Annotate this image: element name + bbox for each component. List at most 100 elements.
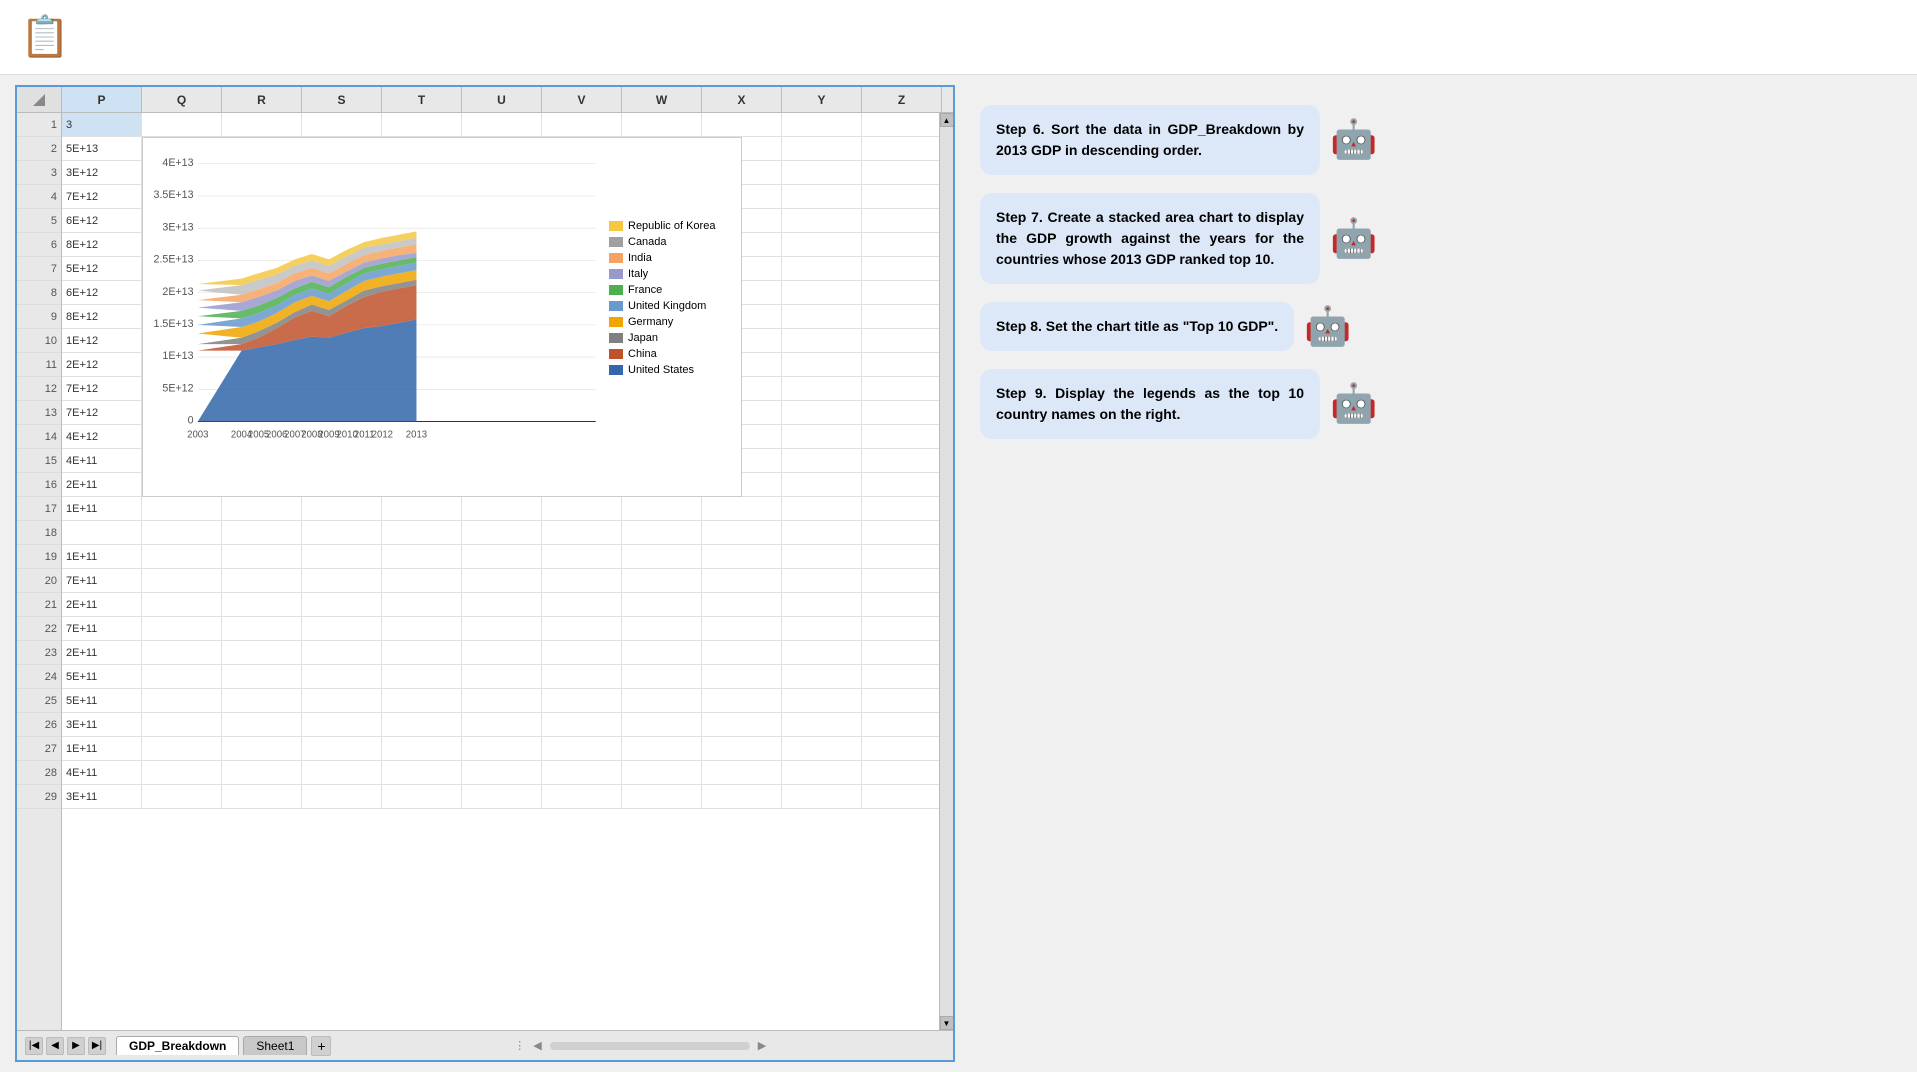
grid-cell[interactable] [302,641,382,664]
grid-cell[interactable]: 7E+12 [62,401,142,424]
grid-cell[interactable] [462,521,542,544]
grid-cell[interactable]: 5E+11 [62,689,142,712]
grid-cell[interactable] [542,497,622,520]
grid-cell[interactable] [302,545,382,568]
grid-cell[interactable] [782,569,862,592]
grid-cell[interactable]: 5E+11 [62,665,142,688]
grid-cell[interactable] [862,473,939,496]
grid-cell[interactable] [782,281,862,304]
grid-cell[interactable] [862,233,939,256]
grid-cell[interactable] [782,593,862,616]
tab-last-btn[interactable]: ▶| [88,1037,106,1055]
grid-cell[interactable] [542,593,622,616]
grid-cell[interactable] [782,785,862,808]
grid-cell[interactable] [702,713,782,736]
grid-cell[interactable] [622,761,702,784]
grid-cell[interactable] [862,761,939,784]
grid-cell[interactable] [222,497,302,520]
grid-cell[interactable] [782,641,862,664]
grid-cell[interactable] [382,737,462,760]
grid-cell[interactable] [862,449,939,472]
grid-cell[interactable] [382,593,462,616]
grid-cell[interactable] [542,617,622,640]
grid-cell[interactable]: 8E+12 [62,305,142,328]
grid-cell[interactable] [862,209,939,232]
grid-cell[interactable] [702,689,782,712]
grid-cell[interactable] [222,785,302,808]
grid-cell[interactable] [862,329,939,352]
grid-cell[interactable] [462,641,542,664]
grid-cell[interactable] [782,377,862,400]
grid-cell[interactable] [782,737,862,760]
grid-cell[interactable] [702,665,782,688]
grid-cell[interactable] [142,785,222,808]
grid-cell[interactable] [622,785,702,808]
grid-area[interactable]: 4E+13 3.5E+13 3E+13 2.5E+13 2E+13 1.5E+1… [62,113,939,1030]
grid-cell[interactable] [222,665,302,688]
grid-cell[interactable] [382,521,462,544]
grid-cell[interactable] [462,569,542,592]
grid-cell[interactable]: 3E+11 [62,713,142,736]
tab-next-btn[interactable]: ▶ [67,1037,85,1055]
grid-cell[interactable] [622,593,702,616]
grid-cell[interactable] [622,713,702,736]
grid-cell[interactable] [382,689,462,712]
grid-cell[interactable] [302,713,382,736]
grid-cell[interactable]: 1E+11 [62,497,142,520]
grid-cell[interactable] [782,689,862,712]
grid-cell[interactable] [542,689,622,712]
grid-cell[interactable]: 7E+11 [62,569,142,592]
grid-cell[interactable] [702,761,782,784]
grid-cell[interactable] [782,161,862,184]
grid-cell[interactable] [542,545,622,568]
grid-cell[interactable] [862,377,939,400]
grid-cell[interactable] [782,449,862,472]
grid-cell[interactable] [622,737,702,760]
grid-cell[interactable] [142,593,222,616]
grid-cell[interactable] [542,665,622,688]
grid-cell[interactable] [382,713,462,736]
grid-cell[interactable] [702,569,782,592]
grid-cell[interactable] [142,497,222,520]
grid-cell[interactable] [302,737,382,760]
grid-cell[interactable] [782,401,862,424]
grid-cell[interactable] [142,521,222,544]
grid-cell[interactable] [702,617,782,640]
grid-cell[interactable] [542,761,622,784]
grid-cell[interactable] [862,161,939,184]
grid-cell[interactable] [622,545,702,568]
grid-cell[interactable] [142,689,222,712]
grid-cell[interactable] [542,785,622,808]
grid-cell[interactable] [782,329,862,352]
grid-cell[interactable] [382,617,462,640]
grid-cell[interactable]: 3 [62,113,142,136]
grid-cell[interactable] [622,665,702,688]
grid-cell[interactable] [302,113,382,136]
grid-cell[interactable] [222,545,302,568]
grid-cell[interactable]: 3E+11 [62,785,142,808]
grid-cell[interactable] [462,761,542,784]
grid-cell[interactable]: 8E+12 [62,233,142,256]
grid-cell[interactable]: 7E+11 [62,617,142,640]
grid-cell[interactable] [862,401,939,424]
grid-cell[interactable] [702,521,782,544]
grid-cell[interactable] [222,569,302,592]
grid-cell[interactable] [62,521,142,544]
grid-cell[interactable] [782,497,862,520]
grid-cell[interactable] [222,641,302,664]
grid-cell[interactable] [862,305,939,328]
grid-cell[interactable] [222,737,302,760]
grid-cell[interactable] [622,113,702,136]
grid-cell[interactable] [782,521,862,544]
grid-cell[interactable] [142,713,222,736]
grid-cell[interactable] [542,521,622,544]
grid-cell[interactable]: 4E+11 [62,761,142,784]
grid-cell[interactable] [222,617,302,640]
add-sheet-btn[interactable]: + [311,1036,331,1056]
grid-cell[interactable] [862,185,939,208]
grid-cell[interactable]: 3E+12 [62,161,142,184]
grid-cell[interactable] [782,761,862,784]
grid-cell[interactable] [462,593,542,616]
grid-cell[interactable] [862,665,939,688]
grid-cell[interactable] [862,785,939,808]
